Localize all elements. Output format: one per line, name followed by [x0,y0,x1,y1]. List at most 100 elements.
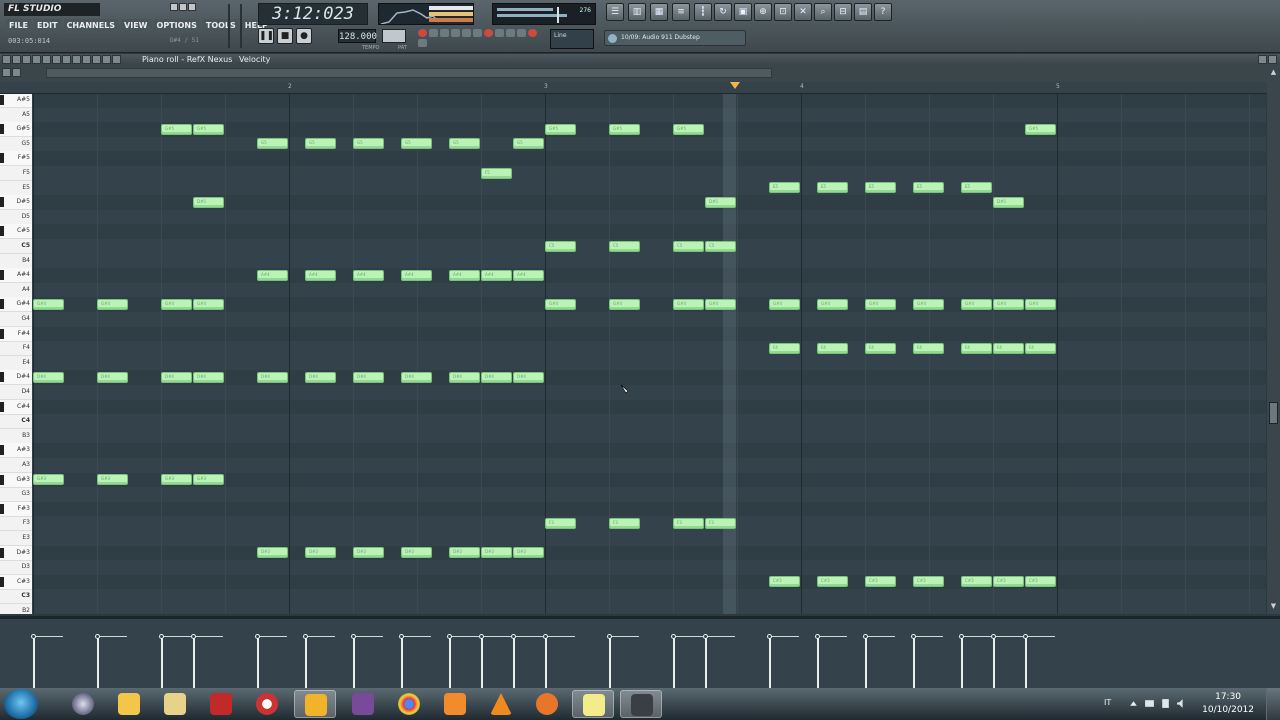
piano-key[interactable]: F3 [0,516,32,532]
note[interactable]: D#4 [481,371,512,383]
note[interactable]: G#3 [193,474,224,486]
wait-toggle[interactable] [429,29,438,37]
piano-key[interactable]: A#4 [0,268,32,284]
velocity-bar[interactable] [545,636,547,688]
show-desktop-button[interactable] [1266,688,1280,720]
piano-key[interactable]: C#5 [0,224,32,240]
stamp-icon[interactable] [2,68,11,77]
velocity-bar[interactable] [257,636,259,688]
velocity-handle[interactable] [863,634,868,639]
piano-key[interactable]: F#3 [0,501,32,517]
scroll-up-icon[interactable]: ▲ [1269,68,1278,77]
note[interactable]: F4 [961,342,992,354]
note[interactable]: D#4 [97,371,128,383]
note[interactable]: C#3 [993,576,1024,588]
velocity-handle[interactable] [991,634,996,639]
velocity-handle[interactable] [479,634,484,639]
piano-key[interactable]: G4 [0,312,32,327]
note[interactable]: G5 [513,138,544,150]
note[interactable]: G5 [401,138,432,150]
piano-key[interactable]: E5 [0,181,32,196]
note[interactable]: A#4 [257,269,288,281]
note[interactable]: G#4 [993,298,1024,310]
network-tray-icon[interactable] [1144,698,1155,709]
velocity-handle[interactable] [815,634,820,639]
note[interactable]: D#4 [257,371,288,383]
scroll-down-icon[interactable]: ▼ [1269,602,1278,611]
note[interactable]: D#3 [449,547,480,559]
velocity-handle[interactable] [1023,634,1028,639]
note[interactable]: A#4 [513,269,544,281]
note[interactable]: F4 [1025,342,1056,354]
note[interactable]: G#3 [97,474,128,486]
note[interactable]: F4 [993,342,1024,354]
note[interactable]: G#4 [961,298,992,310]
piano-key[interactable]: F#4 [0,326,32,342]
note[interactable]: D#5 [193,196,224,208]
velocity-bar[interactable] [913,636,915,688]
menu-file[interactable]: FILE [6,19,32,33]
tools-icon[interactable]: ✕ [794,3,812,21]
velocity-bar[interactable] [33,636,35,688]
note[interactable]: G#4 [913,298,944,310]
piano-key[interactable]: B2 [0,604,32,614]
note[interactable]: G#4 [705,298,736,310]
language-indicator[interactable]: IT [1104,698,1111,707]
note[interactable]: C5 [545,240,576,252]
snap-selector[interactable]: Line [550,29,594,49]
piano-key[interactable]: G5 [0,137,32,152]
piano-key[interactable]: D5 [0,210,32,225]
velocity-bar[interactable] [97,636,99,688]
pr-close-button[interactable] [1268,55,1277,64]
note-grid[interactable]: G#5 G#5 G5 G5 G5 G5 G5 G5 G#5 G#5 G#5 G#5 F5 E5 E5 E5 E5… [32,94,1266,614]
note[interactable]: D#3 [305,547,336,559]
piano-key[interactable]: E4 [0,356,32,371]
piano-key[interactable]: D3 [0,560,32,576]
note[interactable]: C#3 [1025,576,1056,588]
note[interactable]: G#4 [193,298,224,310]
note[interactable]: F4 [913,342,944,354]
velocity-bar[interactable] [993,636,995,688]
piano-key[interactable]: C5 [0,239,32,254]
note[interactable]: E5 [769,182,800,194]
piano-key[interactable]: B4 [0,254,32,269]
pr-maximize-button[interactable] [1258,55,1267,64]
pin-icon[interactable]: ⊕ [754,3,772,21]
velocity-bar[interactable] [449,636,451,688]
velocity-handle[interactable] [447,634,452,639]
scroll-thumb[interactable] [1269,402,1278,424]
note[interactable]: G#5 [1025,123,1056,135]
action-center-icon[interactable] [1160,698,1171,709]
velocity-handle[interactable] [255,634,260,639]
cpu-icon[interactable]: ⊟ [834,3,852,21]
menu-options[interactable]: OPTIONS [153,19,200,33]
help-icon[interactable]: ? [874,3,892,21]
velocity-bar[interactable] [1025,636,1027,688]
delete-icon[interactable] [52,55,61,64]
paint-icon[interactable] [42,55,51,64]
note[interactable]: D#4 [401,371,432,383]
note[interactable]: G#5 [161,123,192,135]
note[interactable]: C#3 [769,576,800,588]
velocity-handle[interactable] [31,634,36,639]
velocity-handle[interactable] [767,634,772,639]
note[interactable]: A#4 [481,269,512,281]
note[interactable]: G5 [449,138,480,150]
piano-key[interactable]: G3 [0,487,32,503]
velocity-handle[interactable] [303,634,308,639]
note[interactable]: E5 [865,182,896,194]
clock[interactable]: 17:30 10/10/2012 [1202,691,1254,717]
lifebuoy-task[interactable] [246,690,288,718]
note[interactable]: D#4 [449,371,480,383]
metronome-toggle[interactable] [418,29,427,37]
winrar-task[interactable] [342,690,384,718]
note[interactable]: A#4 [353,269,384,281]
menu-channels[interactable]: CHANNELS [63,19,119,33]
select-icon[interactable] [82,55,91,64]
note[interactable]: C#3 [961,576,992,588]
piano-key[interactable]: A#3 [0,443,32,459]
snap-toggle[interactable] [528,29,537,37]
tempo-display[interactable]: 128.000 [338,29,377,43]
timeline-ruler[interactable]: 2 3 4 5 [0,82,1280,94]
typing-keyboard-toggle[interactable] [495,29,504,37]
